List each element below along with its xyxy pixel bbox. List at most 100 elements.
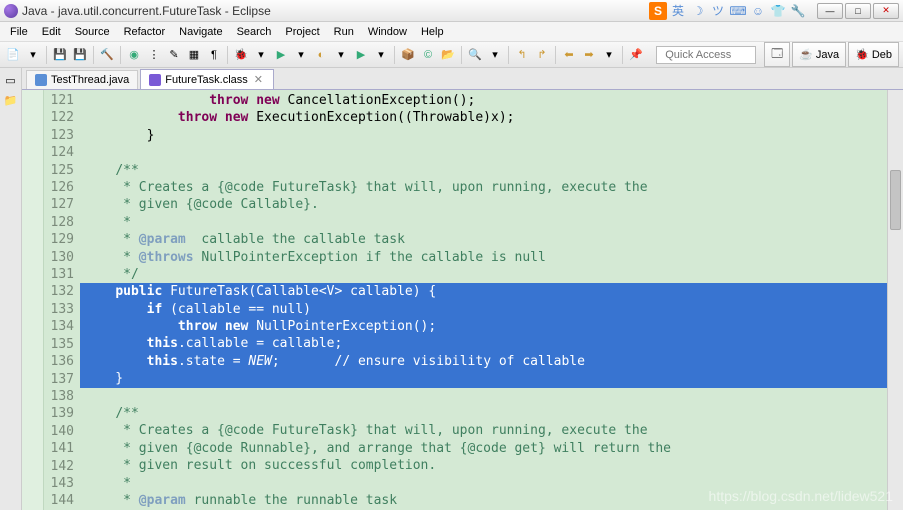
line-numbers: 1211221231241251261271281291301311321331… [44,90,80,510]
open-type-button[interactable]: ◉ [125,46,143,64]
editor-tabs: TestThread.java FutureTask.class ✕ [22,68,903,90]
code-line[interactable]: } [80,370,887,387]
editor-area: TestThread.java FutureTask.class ✕ 1211221… [22,68,903,510]
pin-button[interactable]: 📌 [627,46,645,64]
tool-icon[interactable]: 🔧 [789,2,807,20]
run-button[interactable]: ▶ [272,46,290,64]
menu-navigate[interactable]: Navigate [173,24,228,40]
restore-view-icon[interactable]: ▭ [3,72,19,88]
dropdown-icon[interactable]: ▾ [372,46,390,64]
code-line[interactable]: this.callable = callable; [80,335,887,352]
input-method-tools: S 英 ☽ ツ ⌨ ☺ 👕 🔧 [649,2,807,20]
code-line[interactable]: /** [80,162,887,179]
close-button[interactable]: ✕ [873,3,899,19]
folding-gutter[interactable] [22,90,44,510]
new-package-button[interactable]: 📦 [399,46,417,64]
code-line[interactable]: this.state = NEW; // ensure visibility o… [80,353,887,370]
menu-source[interactable]: Source [69,24,116,40]
menu-search[interactable]: Search [231,24,278,40]
show-whitespace-button[interactable]: ¶ [205,46,223,64]
code-line[interactable]: throw new NullPointerException(); [80,318,887,335]
menu-help[interactable]: Help [415,24,450,40]
code-line[interactable]: * [80,214,887,231]
annotation-prev-button[interactable]: ↰ [513,46,531,64]
dropdown-icon[interactable]: ▾ [24,46,42,64]
minimize-button[interactable]: — [817,3,843,19]
search-button[interactable]: 🔍 [466,46,484,64]
dropdown-icon[interactable]: ▾ [486,46,504,64]
toggle-block-button[interactable]: ▦ [185,46,203,64]
tab-label: FutureTask.class [165,74,248,86]
new-class-button[interactable]: © [419,46,437,64]
debug-button[interactable]: 🐞 [232,46,250,64]
quick-access-input[interactable] [656,46,756,64]
shirt-icon[interactable]: 👕 [769,2,787,20]
menu-edit[interactable]: Edit [36,24,67,40]
moon-icon[interactable]: ☽ [689,2,707,20]
code-line[interactable]: throw new ExecutionException((Throwable)… [80,109,887,126]
save-all-button[interactable]: 💾 [71,46,89,64]
maximize-button[interactable]: □ [845,3,871,19]
code-line[interactable]: * @throws NullPointerException if the ca… [80,249,887,266]
coverage-button[interactable]: ◐ [312,46,330,64]
back-button[interactable]: ⬅ [560,46,578,64]
code-line[interactable]: * @param callable the callable task [80,231,887,248]
menu-run[interactable]: Run [328,24,360,40]
person-icon[interactable]: ☺ [749,2,767,20]
code-line[interactable] [80,144,887,161]
close-icon[interactable]: ✕ [252,73,265,86]
toggle-breadcrumb-button[interactable]: ⋮ [145,46,163,64]
sogou-icon[interactable]: S [649,2,667,20]
open-task-button[interactable]: 📂 [439,46,457,64]
dropdown-icon[interactable]: ▾ [600,46,618,64]
code-line[interactable]: * given {@code Callable}. [80,196,887,213]
open-perspective-button[interactable]: 🗔 [764,42,790,67]
code-line[interactable]: * [80,475,887,492]
toggle-mark-button[interactable]: ✎ [165,46,183,64]
tab-testthread-java[interactable]: TestThread.java [26,70,138,89]
code-content[interactable]: throw new CancellationException(); throw… [80,90,887,510]
dropdown-icon[interactable]: ▾ [292,46,310,64]
menu-refactor[interactable]: Refactor [118,24,172,40]
left-trim: ▭ 📁 [0,68,22,510]
forward-button[interactable]: ➡ [580,46,598,64]
code-line[interactable]: * Creates a {@code FutureTask} that will… [80,422,887,439]
package-explorer-icon[interactable]: 📁 [3,92,19,108]
keyboard-icon[interactable]: ⌨ [729,2,747,20]
perspective-java[interactable]: ☕Java [792,42,846,67]
code-line[interactable] [80,388,887,405]
lang-indicator[interactable]: 英 [669,2,687,20]
menu-project[interactable]: Project [279,24,325,40]
dropdown-icon[interactable]: ▾ [252,46,270,64]
scrollbar-thumb[interactable] [890,170,901,230]
dropdown-icon[interactable]: ▾ [332,46,350,64]
tab-futuretask-class[interactable]: FutureTask.class ✕ [140,69,274,89]
code-line[interactable]: * given result on successful completion. [80,457,887,474]
window-controls: — □ ✕ [817,3,899,19]
code-line[interactable]: * given {@code Runnable}, and arrange th… [80,440,887,457]
perspective-debug[interactable]: 🐞Deb [848,42,899,67]
run-last-button[interactable]: ▶ [352,46,370,64]
code-line[interactable]: */ [80,266,887,283]
annotation-next-button[interactable]: ↱ [533,46,551,64]
menu-window[interactable]: Window [362,24,413,40]
perspective-switcher: 🗔 ☕Java 🐞Deb [764,42,899,67]
java-file-icon [35,74,47,86]
build-button[interactable]: 🔨 [98,46,116,64]
menu-file[interactable]: File [4,24,34,40]
vertical-scrollbar[interactable] [887,90,903,510]
new-button[interactable]: 📄 [4,46,22,64]
save-button[interactable]: 💾 [51,46,69,64]
code-line[interactable]: } [80,127,887,144]
titlebar: Java - java.util.concurrent.FutureTask -… [0,0,903,22]
code-line[interactable]: * @param runnable the runnable task [80,492,887,509]
eclipse-icon [4,4,18,18]
code-editor[interactable]: 1211221231241251261271281291301311321331… [22,90,903,510]
code-line[interactable]: if (callable == null) [80,301,887,318]
code-line[interactable]: throw new CancellationException(); [80,92,887,109]
main-area: ▭ 📁 TestThread.java FutureTask.class ✕ 121… [0,68,903,510]
code-line[interactable]: /** [80,405,887,422]
face-icon[interactable]: ツ [709,2,727,20]
code-line[interactable]: public FutureTask(Callable<V> callable) … [80,283,887,300]
code-line[interactable]: * Creates a {@code FutureTask} that will… [80,179,887,196]
